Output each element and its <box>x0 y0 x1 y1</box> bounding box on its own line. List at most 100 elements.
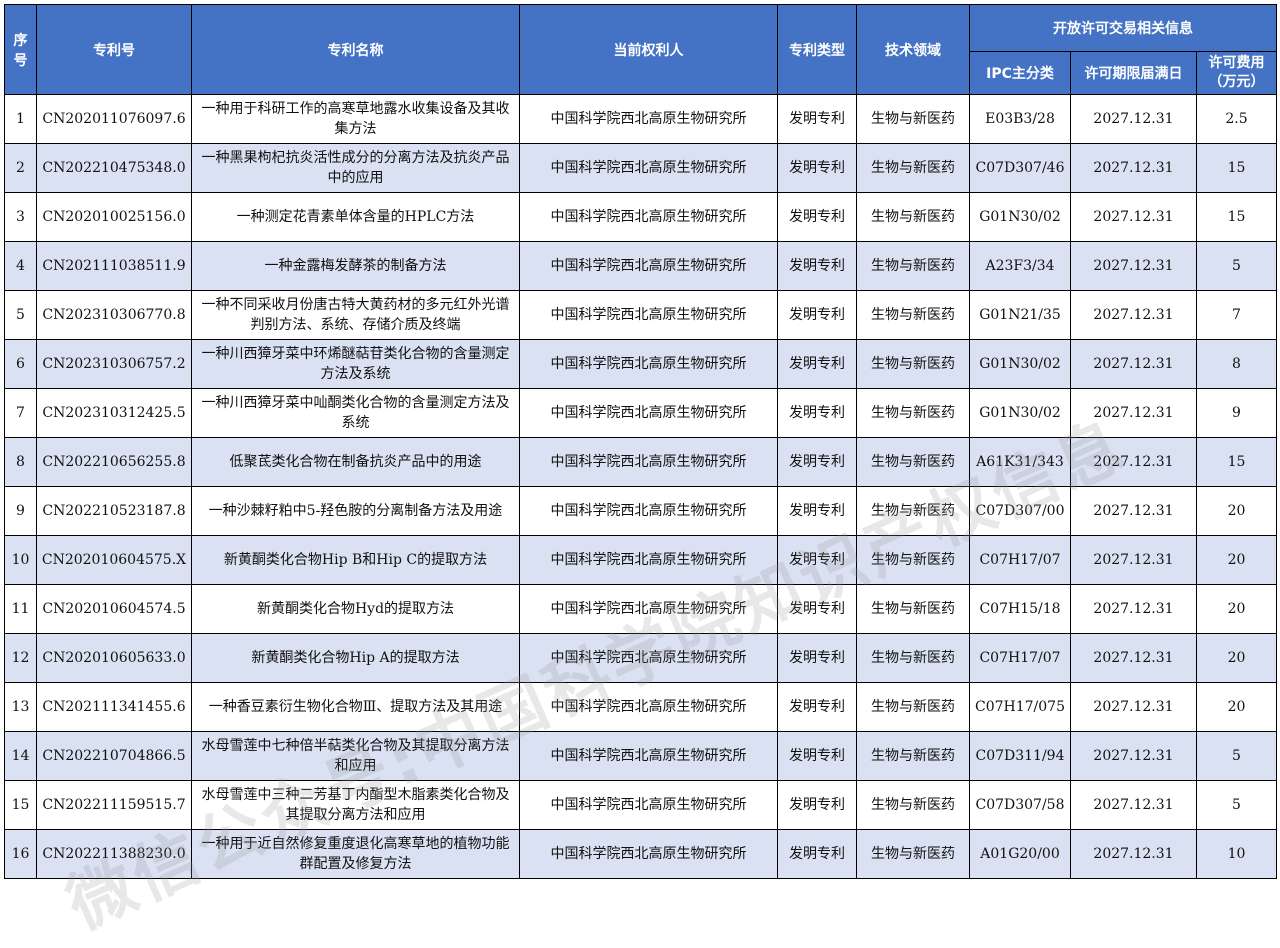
cell-ipc: G01N30/02 <box>969 192 1071 242</box>
cell-patent-no: CN202010025156.0 <box>36 192 192 242</box>
cell-patent-type: 发明专利 <box>777 682 857 732</box>
table-row: 6 CN202310306757.2 一种川西獐牙菜中环烯醚萜苷类化合物的含量测定方… <box>4 339 1277 389</box>
cell-tech-field: 生物与新医药 <box>856 633 970 683</box>
cell-expiry: 2027.12.31 <box>1070 241 1197 291</box>
cell-patent-name: 一种川西獐牙菜中𠮿酮类化合物的含量测定方法及系统 <box>191 388 520 438</box>
cell-holder: 中国科学院西北高原生物研究所 <box>519 682 778 732</box>
cell-seq: 14 <box>4 731 37 781</box>
cell-fee: 20 <box>1196 682 1277 732</box>
cell-holder: 中国科学院西北高原生物研究所 <box>519 339 778 389</box>
cell-tech-field: 生物与新医药 <box>856 780 970 830</box>
cell-patent-no: CN202010604574.5 <box>36 584 192 634</box>
cell-patent-no: CN202210475348.0 <box>36 143 192 193</box>
cell-tech-field: 生物与新医药 <box>856 682 970 732</box>
cell-ipc: C07D307/00 <box>969 486 1071 536</box>
cell-tech-field: 生物与新医药 <box>856 486 970 536</box>
cell-ipc: C07D307/58 <box>969 780 1071 830</box>
cell-patent-no: CN202210704866.5 <box>36 731 192 781</box>
header-patent-type: 专利类型 <box>777 4 857 95</box>
cell-seq: 13 <box>4 682 37 732</box>
cell-tech-field: 生物与新医药 <box>856 94 970 144</box>
cell-expiry: 2027.12.31 <box>1070 584 1197 634</box>
cell-expiry: 2027.12.31 <box>1070 486 1197 536</box>
header-holder: 当前权利人 <box>519 4 778 95</box>
cell-patent-type: 发明专利 <box>777 780 857 830</box>
cell-patent-type: 发明专利 <box>777 143 857 193</box>
cell-patent-name: 水母雪莲中三种二芳基丁内酯型木脂素类化合物及其提取分离方法和应用 <box>191 780 520 830</box>
cell-holder: 中国科学院西北高原生物研究所 <box>519 290 778 340</box>
cell-patent-name: 一种用于科研工作的高寒草地露水收集设备及其收集方法 <box>191 94 520 144</box>
cell-holder: 中国科学院西北高原生物研究所 <box>519 94 778 144</box>
header-expiry: 许可期限届满日 <box>1070 51 1197 95</box>
cell-patent-name: 水母雪莲中七种倍半萜类化合物及其提取分离方法和应用 <box>191 731 520 781</box>
cell-fee: 7 <box>1196 290 1277 340</box>
cell-seq: 12 <box>4 633 37 683</box>
cell-ipc: A01G20/00 <box>969 829 1071 879</box>
cell-holder: 中国科学院西北高原生物研究所 <box>519 143 778 193</box>
cell-patent-type: 发明专利 <box>777 192 857 242</box>
header-tech-field: 技术领域 <box>856 4 970 95</box>
cell-patent-name: 一种测定花青素单体含量的HPLC方法 <box>191 192 520 242</box>
cell-seq: 1 <box>4 94 37 144</box>
cell-fee: 5 <box>1196 731 1277 781</box>
cell-expiry: 2027.12.31 <box>1070 731 1197 781</box>
cell-tech-field: 生物与新医药 <box>856 584 970 634</box>
cell-tech-field: 生物与新医药 <box>856 192 970 242</box>
cell-fee: 20 <box>1196 535 1277 585</box>
table-row: 13 CN202111341455.6 一种香豆素衍生物化合物Ⅲ、提取方法及其用途中… <box>4 682 1277 732</box>
cell-seq: 9 <box>4 486 37 536</box>
header-patent-name: 专利名称 <box>191 4 520 95</box>
header-ipc: IPC主分类 <box>969 51 1071 95</box>
cell-expiry: 2027.12.31 <box>1070 829 1197 879</box>
cell-patent-name: 一种沙棘籽粕中5-羟色胺的分离制备方法及用途 <box>191 486 520 536</box>
cell-ipc: C07H15/18 <box>969 584 1071 634</box>
header-fee: 许可费用（万元） <box>1196 51 1277 95</box>
cell-seq: 5 <box>4 290 37 340</box>
cell-tech-field: 生物与新医药 <box>856 290 970 340</box>
patent-table: 序号 专利号 专利名称 当前权利人 专利类型 技术领域 开放许可交易相关信息 I… <box>4 4 1277 879</box>
cell-expiry: 2027.12.31 <box>1070 388 1197 438</box>
cell-patent-type: 发明专利 <box>777 731 857 781</box>
cell-holder: 中国科学院西北高原生物研究所 <box>519 584 778 634</box>
cell-expiry: 2027.12.31 <box>1070 780 1197 830</box>
cell-patent-name: 一种黑果枸杞抗炎活性成分的分离方法及抗炎产品中的应用 <box>191 143 520 193</box>
cell-patent-no: CN202111038511.9 <box>36 241 192 291</box>
cell-ipc: G01N21/35 <box>969 290 1071 340</box>
table-row: 9 CN202210523187.8 一种沙棘籽粕中5-羟色胺的分离制备方法及用途中… <box>4 486 1277 536</box>
header-patent-no: 专利号 <box>36 4 192 95</box>
cell-patent-type: 发明专利 <box>777 388 857 438</box>
cell-fee: 15 <box>1196 143 1277 193</box>
cell-expiry: 2027.12.31 <box>1070 682 1197 732</box>
cell-expiry: 2027.12.31 <box>1070 437 1197 487</box>
cell-holder: 中国科学院西北高原生物研究所 <box>519 731 778 781</box>
table-row: 2 CN202210475348.0 一种黑果枸杞抗炎活性成分的分离方法及抗炎产品中… <box>4 143 1277 193</box>
cell-seq: 8 <box>4 437 37 487</box>
table-row: 15 CN202211159515.7 水母雪莲中三种二芳基丁内酯型木脂素类化合物及… <box>4 780 1277 830</box>
cell-seq: 7 <box>4 388 37 438</box>
cell-patent-no: CN202010605633.0 <box>36 633 192 683</box>
cell-patent-no: CN202010604575.X <box>36 535 192 585</box>
table-row: 5 CN202310306770.8 一种不同采收月份唐古特大黄药材的多元红外光谱判… <box>4 290 1277 340</box>
cell-fee: 10 <box>1196 829 1277 879</box>
cell-patent-type: 发明专利 <box>777 584 857 634</box>
cell-patent-no: CN202310306757.2 <box>36 339 192 389</box>
cell-fee: 20 <box>1196 584 1277 634</box>
cell-patent-no: CN202011076097.6 <box>36 94 192 144</box>
cell-patent-type: 发明专利 <box>777 437 857 487</box>
cell-patent-name: 新黄酮类化合物Hyd的提取方法 <box>191 584 520 634</box>
cell-patent-type: 发明专利 <box>777 535 857 585</box>
cell-tech-field: 生物与新医药 <box>856 731 970 781</box>
cell-patent-name: 新黄酮类化合物Hip A的提取方法 <box>191 633 520 683</box>
cell-patent-no: CN202310312425.5 <box>36 388 192 438</box>
cell-patent-no: CN202210523187.8 <box>36 486 192 536</box>
cell-expiry: 2027.12.31 <box>1070 290 1197 340</box>
cell-holder: 中国科学院西北高原生物研究所 <box>519 780 778 830</box>
cell-ipc: C07D311/94 <box>969 731 1071 781</box>
cell-patent-no: CN202211388230.0 <box>36 829 192 879</box>
cell-ipc: C07H17/07 <box>969 633 1071 683</box>
table-row: 7 CN202310312425.5 一种川西獐牙菜中𠮿酮类化合物的含量测定方法及系… <box>4 388 1277 438</box>
cell-patent-no: CN202210656255.8 <box>36 437 192 487</box>
cell-seq: 11 <box>4 584 37 634</box>
cell-patent-name: 一种金露梅发酵茶的制备方法 <box>191 241 520 291</box>
cell-patent-name: 一种用于近自然修复重度退化高寒草地的植物功能群配置及修复方法 <box>191 829 520 879</box>
